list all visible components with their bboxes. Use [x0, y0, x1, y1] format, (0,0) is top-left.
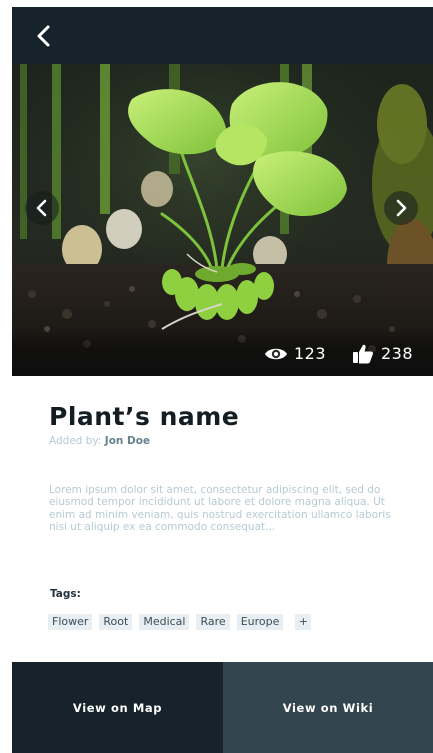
tags-label: Tags:: [50, 588, 81, 600]
chevron-right-icon: [396, 199, 407, 217]
plant-photo-gallery: 123 238: [12, 64, 433, 376]
eye-icon: [265, 348, 287, 360]
gallery-prev-button[interactable]: [25, 191, 59, 225]
stats-strip: 123 238: [12, 330, 433, 376]
tag-flower[interactable]: Flower: [48, 614, 93, 630]
author-link[interactable]: Jon Doe: [105, 435, 150, 447]
views-count: 123: [294, 344, 327, 363]
likes-stat: 238: [351, 343, 425, 365]
tag-root[interactable]: Root: [99, 614, 133, 630]
views-stat: 123: [264, 343, 334, 365]
back-button[interactable]: [32, 23, 58, 49]
plant-name: Plant’s name: [49, 402, 240, 431]
added-by-prefix: Added by:: [49, 435, 102, 447]
plant-detail-screen: 123 238 Plant’s name Added by: Jon Doe L…: [12, 7, 433, 753]
gallery-next-button[interactable]: [384, 191, 418, 225]
view-on-map-button[interactable]: View on Map: [12, 662, 223, 753]
action-bar: View on Map View on Wiki: [12, 662, 433, 753]
add-tag-button[interactable]: +: [295, 614, 312, 630]
top-bar: [12, 7, 433, 64]
tag-list: Flower Root Medical Rare Europe +: [48, 614, 312, 630]
tag-medical[interactable]: Medical: [139, 614, 190, 630]
tag-rare[interactable]: Rare: [196, 614, 230, 630]
plant-description: Lorem ipsum dolor sit amet, consectetur …: [49, 484, 391, 533]
view-on-wiki-button[interactable]: View on Wiki: [223, 662, 433, 753]
likes-count: 238: [381, 344, 414, 363]
thumbs-up-icon: [353, 344, 373, 364]
chevron-left-icon: [36, 199, 47, 217]
chevron-left-icon: [37, 25, 50, 47]
added-by: Added by: Jon Doe: [49, 435, 150, 447]
tag-europe[interactable]: Europe: [236, 614, 284, 630]
